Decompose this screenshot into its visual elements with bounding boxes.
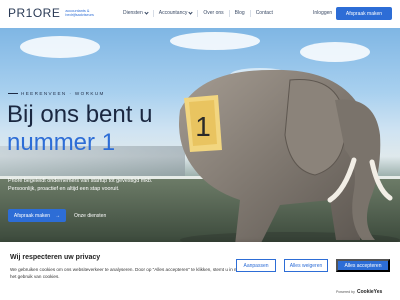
nav-item-contact[interactable]: Contact (251, 10, 278, 17)
elephant-image: 1 (179, 69, 400, 242)
button-label: Afspraak maken (13, 212, 51, 219)
site-header: PR1ORE accountants & bedrijfsadviseurs D… (0, 0, 400, 28)
appointment-button-header[interactable]: Afspraak maken (336, 7, 392, 20)
cloud (20, 36, 100, 58)
cookie-text: We gebruiken cookies om ons websiteverke… (10, 267, 242, 279)
saddle-number: 1 (195, 111, 211, 142)
powered-by-label: Powered by (336, 290, 355, 294)
cookieyes-logo: CookieYes (356, 289, 383, 295)
nav-item-diensten[interactable]: Diensten (118, 10, 154, 17)
login-link[interactable]: Inloggen (313, 10, 332, 16)
nav-item-accountancy[interactable]: Accountancy (154, 10, 199, 17)
nav-label: Diensten (123, 10, 143, 16)
hero-headline: Bij ons bent u nummer 1 (7, 101, 152, 157)
powered-by[interactable]: Powered by CookieYes (336, 289, 382, 295)
headline-line1: Bij ons bent u (7, 101, 153, 128)
reject-all-button[interactable]: Alles weigeren (284, 259, 328, 272)
subtext-line2: Persoonlijk, proactief en altijd een sta… (8, 186, 120, 192)
logo-link[interactable]: PR1ORE accountants & bedrijfsadviseurs (8, 6, 110, 20)
accept-all-button[interactable]: Alles accepteren (336, 259, 390, 272)
customize-button[interactable]: Aanpassen (236, 259, 276, 272)
headline-line2: nummer 1 (7, 129, 116, 156)
hero-section: 1 HEERENVEEN · WORKUM Bij ons bent u num… (0, 28, 400, 242)
subtext-line1: Priore begeleidt ondernemers van startup… (8, 178, 153, 184)
eyebrow-text: HEERENVEEN · WORKUM (21, 91, 105, 96)
chevron-down-icon (188, 10, 193, 15)
nav-label: Blog (234, 10, 245, 16)
logo-tagline: accountants & bedrijfsadviseurs (65, 8, 94, 17)
location-eyebrow: HEERENVEEN · WORKUM (8, 91, 105, 96)
nav-label: Contact (255, 10, 273, 16)
logo: PR1ORE (8, 6, 61, 20)
nav-label: Accountancy (158, 10, 188, 16)
cookie-banner: Wij respecteren uw privacy We gebruiken … (0, 242, 400, 300)
main-nav: Diensten Accountancy Over ons Blog Conta… (118, 10, 278, 17)
nav-item-over-ons[interactable]: Over ons (198, 10, 230, 17)
chevron-down-icon (144, 10, 149, 15)
eyebrow-line (8, 93, 18, 94)
arrow-right-icon: → (55, 212, 61, 219)
cookie-title: Wij respecteren uw privacy (10, 254, 101, 261)
nav-label: Over ons (203, 10, 224, 16)
nav-item-blog[interactable]: Blog (230, 10, 251, 17)
services-button[interactable]: Onze diensten (74, 209, 106, 222)
hero-subtext: Priore begeleidt ondernemers van startup… (8, 177, 168, 193)
appointment-button-hero[interactable]: Afspraak maken → (8, 209, 66, 222)
